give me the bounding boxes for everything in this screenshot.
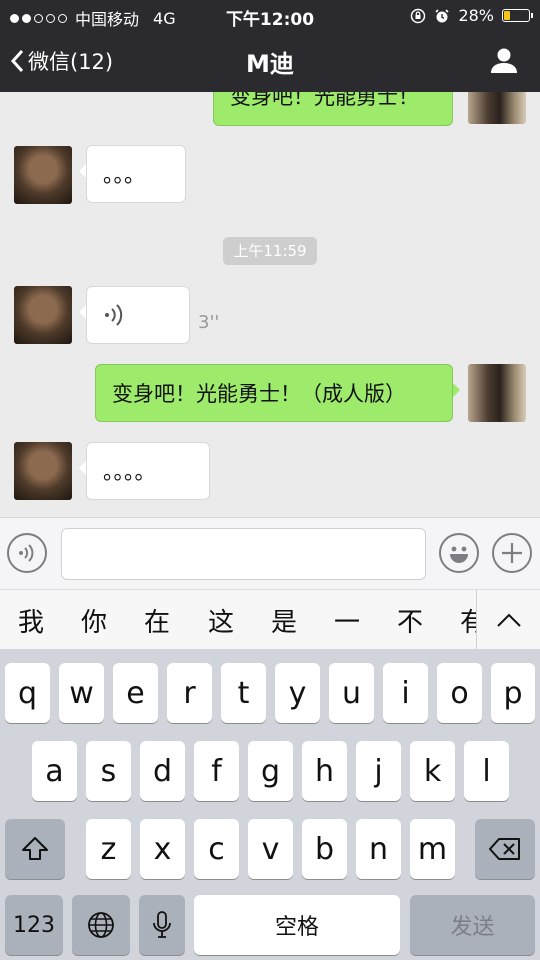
plus-icon <box>502 543 522 563</box>
candidate-word[interactable]: 不 <box>390 602 430 639</box>
nav-bar: 微信(12) M迪 <box>0 32 540 92</box>
key-m[interactable]: m <box>410 819 455 879</box>
key-l[interactable]: l <box>464 741 509 801</box>
key-w[interactable]: w <box>59 663 104 723</box>
message-bubble-sent[interactable]: 变身吧！光能勇士！（成人版） <box>95 364 460 422</box>
microphone-icon <box>153 911 171 938</box>
candidate-word[interactable]: 在 <box>137 602 177 639</box>
emoji-button[interactable] <box>439 533 479 573</box>
space-key[interactable]: 空格 <box>194 895 400 955</box>
key-k[interactable]: k <box>410 741 455 801</box>
backspace-icon <box>489 838 520 860</box>
rotation-lock-icon <box>411 8 426 23</box>
key-n[interactable]: n <box>356 819 401 879</box>
candidate-word[interactable]: 一 <box>327 602 367 639</box>
shift-key[interactable] <box>5 819 65 879</box>
input-bar <box>0 517 540 589</box>
battery-percent: 28% <box>458 6 494 25</box>
message-text: 变身吧！光能勇士！ <box>230 92 419 109</box>
timestamp-pill: 上午11:59 <box>223 237 317 265</box>
key-x[interactable]: x <box>140 819 185 879</box>
message-text: 。。。。 <box>103 460 156 484</box>
chat-title: M迪 <box>246 50 294 78</box>
message-text: 。。。 <box>103 163 145 187</box>
voice-duration: 3'' <box>198 312 220 333</box>
key-u[interactable]: u <box>329 663 374 723</box>
message-text: 变身吧！光能勇士！（成人版） <box>112 382 406 406</box>
candidate-word[interactable]: 你 <box>74 602 114 639</box>
voice-wave-icon <box>105 304 123 326</box>
status-bar: 中国移动 4G 下午12:00 28% <box>0 0 540 32</box>
key-z[interactable]: z <box>86 819 131 879</box>
avatar[interactable] <box>468 364 526 422</box>
key-s[interactable]: s <box>86 741 131 801</box>
candidate-word[interactable]: 这 <box>201 602 241 639</box>
voice-toggle-button[interactable] <box>7 533 47 573</box>
key-e[interactable]: e <box>113 663 158 723</box>
key-h[interactable]: h <box>302 741 347 801</box>
key-t[interactable]: t <box>221 663 266 723</box>
key-y[interactable]: y <box>275 663 320 723</box>
message-input[interactable] <box>61 528 426 580</box>
avatar[interactable] <box>14 442 72 500</box>
dictation-key[interactable] <box>139 895 185 955</box>
person-icon[interactable] <box>490 46 518 74</box>
key-o[interactable]: o <box>437 663 482 723</box>
candidate-word[interactable]: 是 <box>264 602 304 639</box>
voice-message-bubble[interactable] <box>79 286 190 344</box>
candidate-word[interactable]: 我 <box>11 602 51 639</box>
avatar[interactable] <box>468 92 526 124</box>
battery-icon <box>502 9 533 22</box>
key-a[interactable]: a <box>32 741 77 801</box>
avatar[interactable] <box>14 146 72 204</box>
send-key[interactable]: 发送 <box>410 895 535 955</box>
top-bar: 中国移动 4G 下午12:00 28% 微信(12) M迪 <box>0 0 540 92</box>
chevron-up-icon <box>496 613 521 627</box>
globe-key[interactable] <box>72 895 130 955</box>
backspace-key[interactable] <box>475 819 535 879</box>
key-q[interactable]: q <box>5 663 50 723</box>
message-bubble-sent[interactable]: 变身吧！光能勇士！ <box>213 92 453 126</box>
globe-icon <box>88 912 114 938</box>
key-p[interactable]: p <box>491 663 535 723</box>
key-j[interactable]: j <box>356 741 401 801</box>
message-bubble-received[interactable]: 。。。 <box>79 145 186 203</box>
candidate-bar: 我 你 在 这 是 一 不 有 <box>0 589 540 650</box>
smiley-icon <box>450 546 468 563</box>
chat-area[interactable]: 变身吧！光能勇士！ 。。。 上午11:59 3'' 变身吧！光能勇士！（成人版）… <box>0 92 540 517</box>
key-d[interactable]: d <box>140 741 185 801</box>
key-g[interactable]: g <box>248 741 293 801</box>
alarm-icon <box>435 8 450 22</box>
voice-icon <box>19 544 34 562</box>
key-f[interactable]: f <box>194 741 239 801</box>
avatar[interactable] <box>14 286 72 344</box>
key-b[interactable]: b <box>302 819 347 879</box>
expand-candidates-button[interactable] <box>476 590 540 650</box>
number-mode-key[interactable]: 123 <box>5 895 63 955</box>
message-bubble-received[interactable]: 。。。。 <box>79 442 210 500</box>
key-c[interactable]: c <box>194 819 239 879</box>
keyboard: q w e r t y u i o p a s d f g h j k l z … <box>0 649 540 960</box>
shift-arrow-icon <box>22 837 48 860</box>
key-r[interactable]: r <box>167 663 212 723</box>
more-button[interactable] <box>492 533 532 573</box>
key-i[interactable]: i <box>383 663 428 723</box>
key-v[interactable]: v <box>248 819 293 879</box>
